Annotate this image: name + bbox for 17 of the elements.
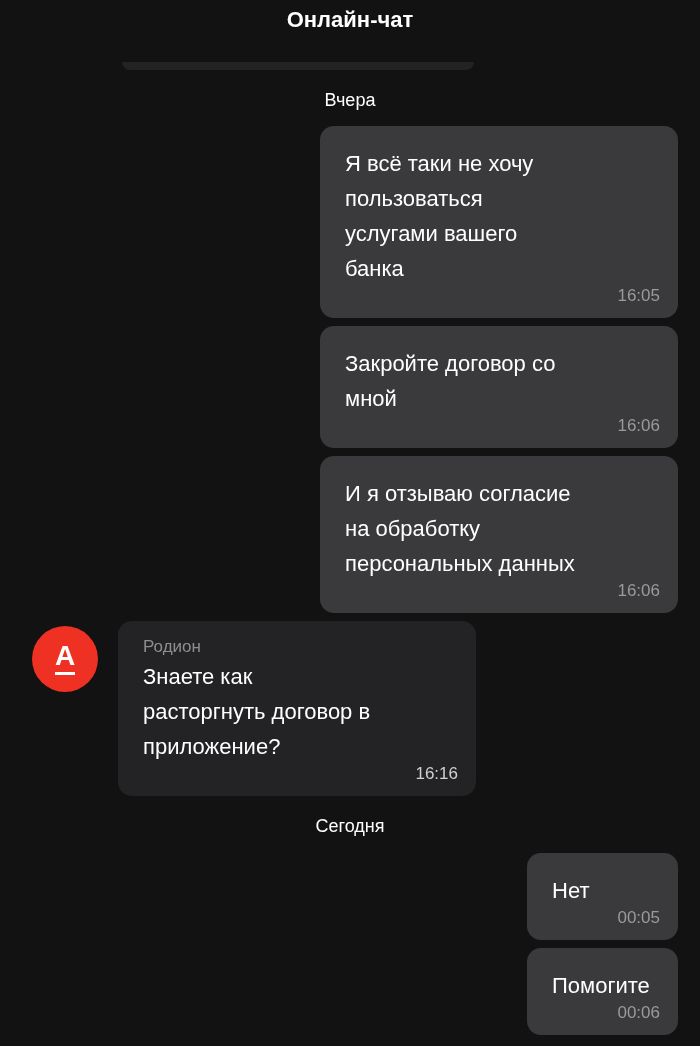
date-label: Вчера <box>324 89 376 112</box>
message-time: 00:06 <box>617 1003 660 1023</box>
message-text: И я отзываю согласие на обработку персональных данных <box>345 480 575 578</box>
message-time: 16:06 <box>617 416 660 436</box>
message-time: 00:05 <box>617 908 660 928</box>
date-label: Сегодня <box>315 815 385 838</box>
message-time: 16:06 <box>617 581 660 601</box>
message-text: Знаете как расторгнуть договор в приложение? <box>143 663 371 761</box>
message-text: Я всё таки не хочу пользоваться услугами вашего банка <box>345 150 534 283</box>
message-time: 16:16 <box>415 764 458 784</box>
window-title: Онлайн-чат <box>286 6 414 34</box>
message-text: Закройте договор со мной <box>345 350 556 413</box>
message-text: Нет <box>552 877 590 905</box>
sender-name: Родион <box>143 636 201 658</box>
message-time: 16:05 <box>617 286 660 306</box>
message-text: Помогите <box>552 972 650 1000</box>
avatar-logo: А <box>32 626 98 692</box>
